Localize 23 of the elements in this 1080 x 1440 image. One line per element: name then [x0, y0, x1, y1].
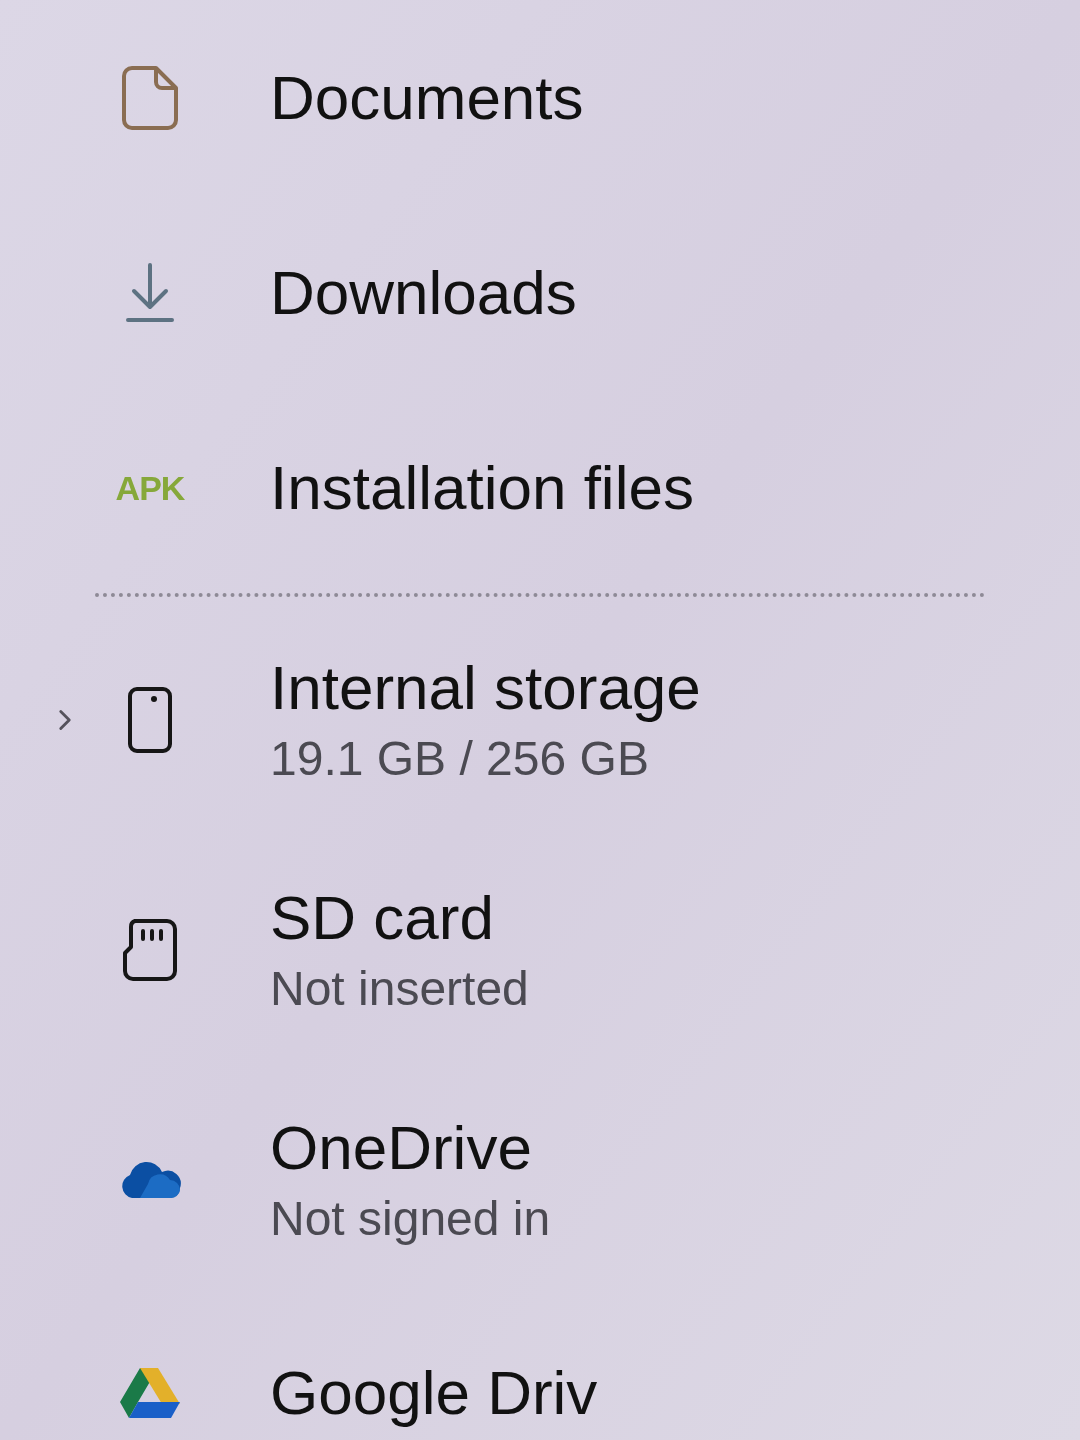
item-title: Installation files [270, 451, 694, 524]
item-title: SD card [270, 882, 495, 954]
item-title: OneDrive [270, 1112, 533, 1184]
item-title: Google Driv [270, 1356, 598, 1429]
item-title: Downloads [270, 256, 577, 329]
apk-label: APK [115, 470, 185, 505]
list-item[interactable]: OneDrive Not signed in [0, 1065, 1080, 1295]
item-subtitle: Not signed in [270, 1191, 551, 1247]
list-item[interactable]: Downloads [0, 195, 1080, 390]
phone-icon [128, 687, 172, 753]
list-item[interactable]: Google Driv [0, 1295, 1080, 1440]
item-subtitle: 19.1 GB / 256 GB [270, 731, 650, 787]
list-item[interactable]: Internal storage 19.1 GB / 256 GB [0, 605, 1080, 835]
download-icon [125, 262, 175, 323]
sd-card-icon [123, 919, 177, 981]
item-title: Internal storage [270, 652, 701, 724]
item-subtitle: Not inserted [270, 961, 529, 1017]
list-item[interactable]: APK Installation files [0, 390, 1080, 585]
file-icon [122, 65, 178, 130]
list-item[interactable]: Documents [0, 0, 1080, 195]
drive-triangle-icon [120, 1365, 180, 1420]
list-item[interactable]: SD card Not inserted [0, 835, 1080, 1065]
item-title: Documents [270, 61, 584, 134]
